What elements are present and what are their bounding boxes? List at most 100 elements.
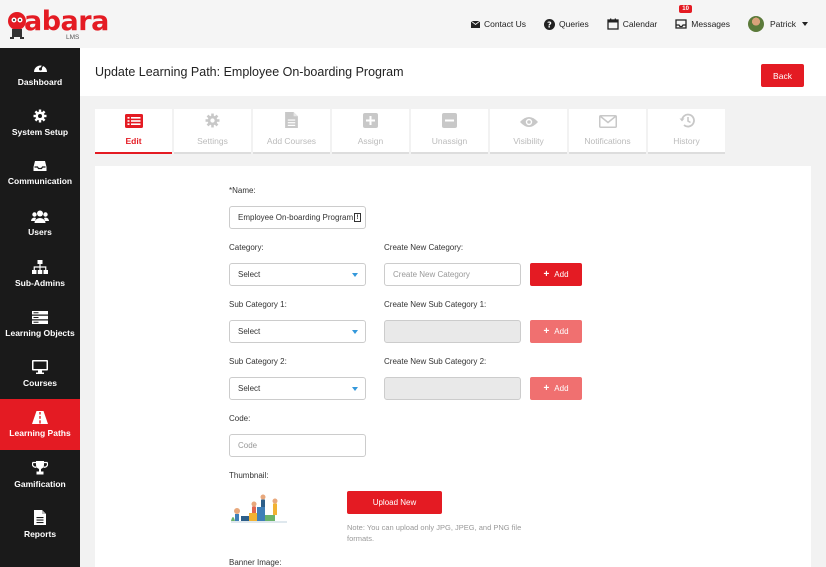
top-nav: Contact Us ? Queries Calendar 10 Message…	[470, 0, 826, 48]
dropdown-arrow-icon	[352, 387, 358, 391]
sub-category-1-select[interactable]: Select	[229, 320, 366, 343]
tab-label: Unassign	[431, 136, 468, 146]
tab-settings[interactable]: Settings	[174, 109, 251, 154]
tab-history[interactable]: History	[648, 109, 725, 154]
add-category-button[interactable]: + Add	[530, 263, 582, 286]
upload-note: Note: You can upload only JPG, JPEG, and…	[347, 523, 522, 543]
history-icon	[679, 113, 695, 128]
brand-sub: LMS	[66, 34, 80, 41]
sidebar-item-label: Learning Objects	[5, 327, 75, 338]
add-label: Add	[554, 384, 569, 393]
tab-label: Edit	[125, 136, 142, 146]
sidebar-item-label: Courses	[22, 378, 57, 389]
tab-edit[interactable]: Edit	[95, 109, 172, 154]
sidebar-item-label: Reports	[23, 529, 57, 540]
sidebar-item-sub-admins[interactable]: Sub-Admins	[0, 249, 80, 299]
upload-new-button[interactable]: Upload New	[347, 491, 442, 514]
category-select[interactable]: Select	[229, 263, 366, 286]
top-bar: abara LMS Contact Us ? Queries Calendar …	[0, 0, 826, 48]
tab-add-courses[interactable]: Add Courses	[253, 109, 330, 154]
add-sub-category-1-button: + Add	[530, 320, 582, 343]
user-name: Patrick	[770, 19, 796, 29]
new-category-input[interactable]: Create New Category	[384, 263, 521, 286]
tab-label: Add Courses	[266, 136, 317, 146]
sidebar-item-learning-paths[interactable]: Learning Paths	[0, 399, 80, 450]
eye-icon	[519, 117, 538, 127]
thumbnail-image	[231, 494, 287, 523]
dropdown-arrow-icon	[352, 330, 358, 334]
tab-label: Settings	[197, 136, 228, 146]
add-sub-category-2-button: + Add	[530, 377, 582, 400]
queries-link[interactable]: ? Queries	[544, 18, 589, 30]
sidebar-item-system-setup[interactable]: System Setup	[0, 98, 80, 148]
tab-label: Assign	[357, 136, 384, 146]
add-label: Add	[554, 327, 569, 336]
sidebar-item-label: Dashboard	[17, 76, 63, 87]
plus-icon: +	[543, 383, 550, 394]
code-input[interactable]: Code	[229, 434, 366, 457]
server-icon	[32, 310, 48, 324]
new-category-placeholder: Create New Category	[393, 270, 470, 279]
svg-text:?: ?	[547, 20, 552, 29]
caret-down-icon	[802, 22, 808, 26]
sidebar-item-dashboard[interactable]: Dashboard	[0, 48, 80, 98]
sidebar-item-label: Learning Paths	[9, 427, 71, 438]
tab-visibility[interactable]: Visibility	[490, 109, 567, 154]
minus-square-icon	[442, 113, 457, 128]
category-label: Category:	[229, 243, 264, 252]
dropdown-arrow-icon	[352, 273, 358, 277]
user-menu[interactable]: Patrick	[748, 16, 808, 32]
sidebar-item-reports[interactable]: Reports	[0, 500, 80, 550]
sitemap-icon	[32, 259, 48, 274]
category-select-value: Select	[238, 270, 261, 279]
monitor-icon	[32, 360, 48, 375]
sidebar-item-gamification[interactable]: Gamification	[0, 450, 80, 500]
calendar-link[interactable]: Calendar	[607, 18, 657, 30]
sidebar-item-users[interactable]: Users	[0, 199, 80, 249]
list-icon	[124, 114, 143, 128]
form-panel	[95, 166, 811, 567]
plus-square-icon	[363, 113, 378, 128]
tab-notifications[interactable]: Notifications	[569, 109, 646, 154]
sidebar-item-label: System Setup	[11, 127, 69, 138]
sub-category-2-select[interactable]: Select	[229, 377, 366, 400]
thumbnail-label: Thumbnail:	[229, 471, 269, 480]
sidebar-item-communication[interactable]: Communication	[0, 148, 80, 198]
sub-category-2-label: Sub Category 2:	[229, 357, 287, 366]
contact-us-link[interactable]: Contact Us	[470, 19, 526, 29]
tab-label: History	[673, 136, 700, 146]
new-sub-category-1-label: Create New Sub Category 1:	[384, 300, 487, 309]
inbox-icon	[33, 161, 47, 172]
tab-label: Notifications	[584, 136, 631, 146]
sidebar-item-label: Communication	[7, 176, 73, 187]
new-sub-category-2-label: Create New Sub Category 2:	[384, 357, 487, 366]
name-field[interactable]: Employee On-boarding Program !	[229, 206, 366, 229]
gear-icon	[33, 109, 47, 123]
messages-link[interactable]: 10 Messages	[675, 5, 731, 29]
sidebar-item-label: Users	[28, 227, 52, 238]
calendar-icon	[607, 18, 619, 30]
sub-category-1-value: Select	[238, 327, 261, 336]
name-label: *Name:	[229, 186, 256, 195]
new-category-label: Create New Category:	[384, 243, 464, 252]
plus-icon: +	[543, 326, 550, 337]
back-button[interactable]: Back	[761, 64, 804, 87]
sidebar-item-learning-objects[interactable]: Learning Objects	[0, 299, 80, 349]
tab-unassign[interactable]: Unassign	[411, 109, 488, 154]
tab-label: Visibility	[513, 136, 544, 146]
abara-logo[interactable]: abara LMS	[4, 6, 109, 44]
envelope-icon	[598, 115, 617, 128]
file-icon	[34, 510, 46, 526]
exclamation-icon: !	[354, 213, 361, 222]
messages-label: Messages	[691, 19, 731, 29]
envelope-icon	[470, 20, 480, 28]
tab-bar: Edit Settings Add Courses Assign Unassig…	[95, 109, 727, 154]
tab-assign[interactable]: Assign	[332, 109, 409, 154]
add-label: Add	[554, 270, 569, 279]
avatar	[748, 16, 765, 32]
sidebar-item-label: Sub-Admins	[14, 277, 66, 288]
sub-category-1-label: Sub Category 1:	[229, 300, 287, 309]
gear-icon	[205, 113, 220, 128]
banner-image-label: Banner Image:	[229, 558, 282, 567]
sidebar-item-courses[interactable]: Courses	[0, 349, 80, 399]
